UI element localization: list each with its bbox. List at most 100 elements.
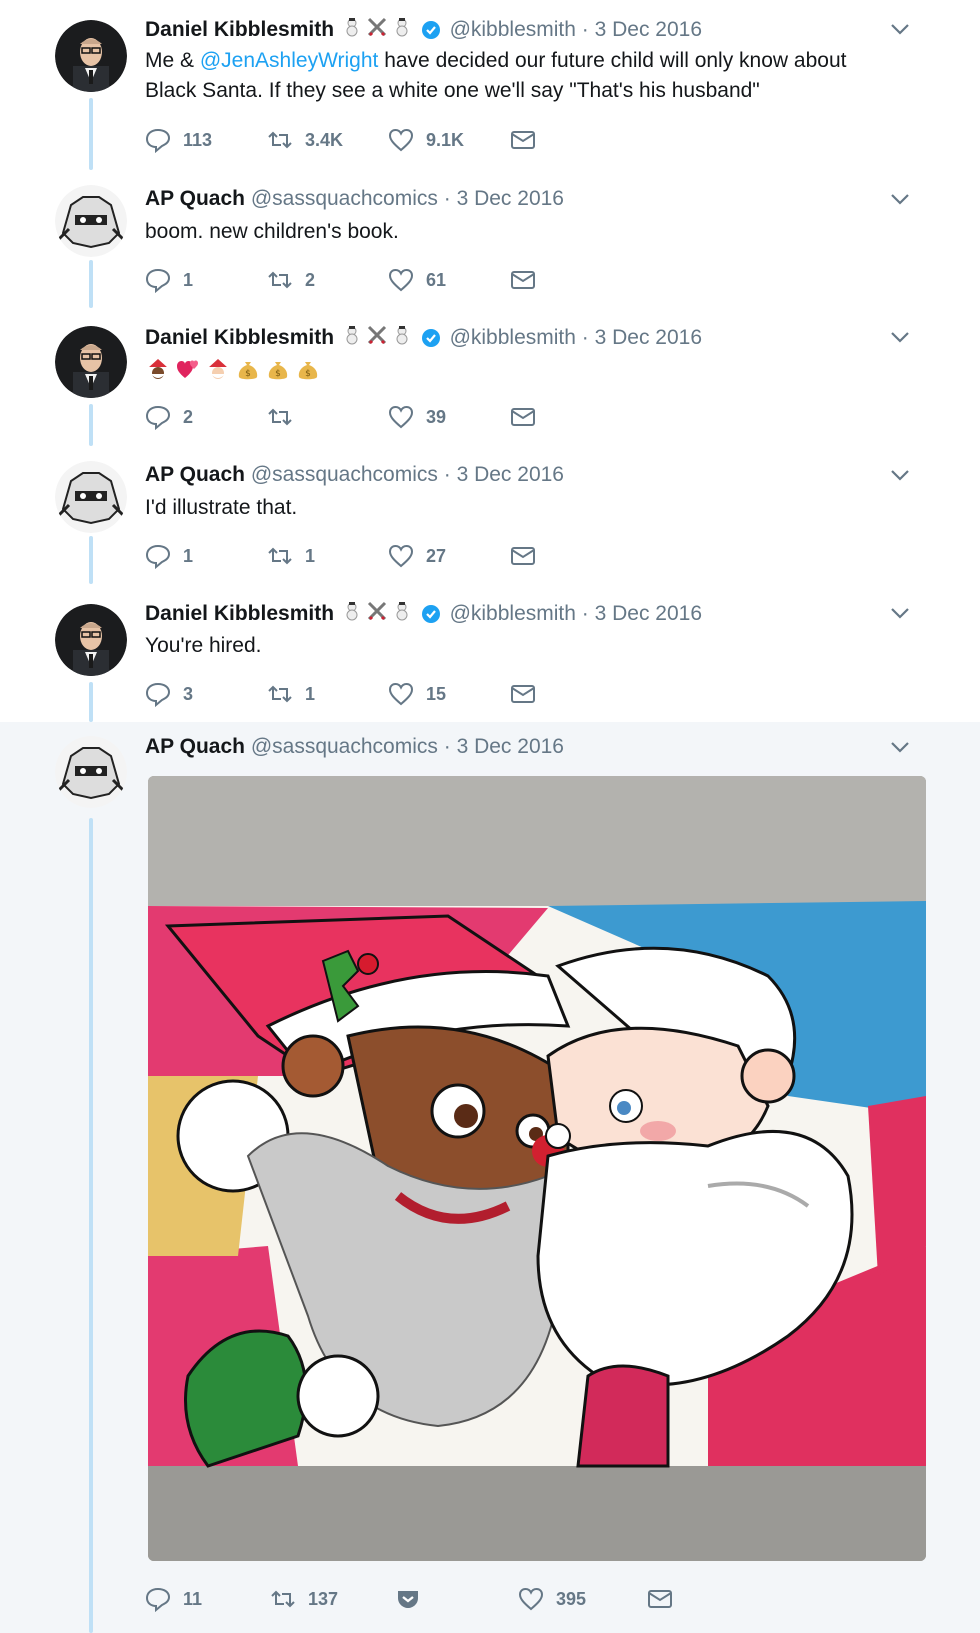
- retweet-button[interactable]: 137: [270, 1586, 338, 1612]
- snowman-icon: [392, 601, 412, 628]
- tweet-text-part: have decided our future child will only …: [378, 49, 847, 72]
- heart-icon: [388, 128, 414, 152]
- chevron-down-icon[interactable]: [890, 22, 910, 36]
- tweet-date[interactable]: 3 Dec 2016: [457, 735, 564, 758]
- tweet-actions: 11 137 395: [145, 1586, 945, 1612]
- heart-icon: [388, 682, 414, 706]
- like-count: 9.1K: [426, 129, 465, 150]
- tweet-text-part: Me &: [145, 49, 200, 72]
- retweet-button[interactable]: 1: [267, 681, 315, 707]
- retweet-count: 1: [305, 545, 316, 566]
- like-button[interactable]: 15: [388, 681, 446, 707]
- user-handle[interactable]: @kibblesmith: [450, 326, 576, 349]
- tweet-date[interactable]: 3 Dec 2016: [595, 602, 702, 625]
- tweet-4[interactable]: AP Quach @sassquachcomics · 3 Dec 2016 I…: [0, 446, 980, 584]
- user-handle[interactable]: @sassquachcomics: [251, 463, 438, 486]
- tweet-date[interactable]: 3 Dec 2016: [595, 326, 702, 349]
- tweet-date[interactable]: 3 Dec 2016: [457, 187, 564, 210]
- like-count: 395: [556, 1588, 587, 1609]
- tweet-2[interactable]: AP Quach @sassquachcomics · 3 Dec 2016 b…: [0, 170, 980, 308]
- reply-count: 2: [183, 406, 194, 427]
- retweet-button[interactable]: 3.4K: [267, 127, 343, 153]
- crossed-swords-icon: [366, 324, 388, 353]
- reply-button[interactable]: 1: [145, 267, 193, 293]
- chevron-down-icon[interactable]: [890, 740, 910, 754]
- like-button[interactable]: 9.1K: [388, 127, 464, 153]
- chevron-down-icon[interactable]: [890, 468, 910, 482]
- tweet-actions: 113 3.4K 9.1K: [145, 127, 945, 153]
- direct-message-button[interactable]: [510, 681, 548, 707]
- like-button[interactable]: 39: [388, 404, 446, 430]
- money-bag-emoji: $: [235, 356, 261, 382]
- avatar-daniel-kibblesmith[interactable]: [55, 20, 127, 92]
- user-handle[interactable]: @sassquachcomics: [251, 735, 438, 758]
- avatar-ap-quach[interactable]: [55, 736, 127, 808]
- direct-message-button[interactable]: [510, 404, 548, 430]
- like-button[interactable]: 61: [388, 267, 446, 293]
- bookmark-button[interactable]: [395, 1586, 433, 1612]
- snowman-icon: [392, 17, 412, 44]
- chevron-down-icon[interactable]: [890, 192, 910, 206]
- retweet-button[interactable]: 1: [267, 543, 315, 569]
- like-button[interactable]: 27: [388, 543, 446, 569]
- user-handle[interactable]: @kibblesmith: [450, 18, 576, 41]
- reply-button[interactable]: 3: [145, 681, 193, 707]
- tweet-date[interactable]: 3 Dec 2016: [595, 18, 702, 41]
- user-handle[interactable]: @sassquachcomics: [251, 187, 438, 210]
- tweet-3[interactable]: Daniel Kibblesmith @kibblesmith · 3 Dec …: [0, 308, 980, 446]
- tweet-actions: 3 1 15: [145, 681, 945, 707]
- like-button[interactable]: 395: [518, 1586, 586, 1612]
- direct-message-button[interactable]: [510, 127, 548, 153]
- reply-count: 1: [183, 269, 194, 290]
- thread-line: [89, 818, 93, 1633]
- tweet-header: Daniel Kibblesmith @kibblesmith · 3 Dec …: [145, 324, 702, 353]
- envelope-icon: [511, 271, 535, 289]
- snowman-icon: [342, 325, 362, 352]
- envelope-icon: [511, 547, 535, 565]
- display-name[interactable]: AP Quach: [145, 187, 245, 210]
- direct-message-button[interactable]: [510, 543, 548, 569]
- heart-icon: [388, 405, 414, 429]
- user-handle[interactable]: @kibblesmith: [450, 602, 576, 625]
- chevron-down-icon[interactable]: [890, 606, 910, 620]
- display-name[interactable]: Daniel Kibblesmith: [145, 326, 334, 349]
- display-name[interactable]: AP Quach: [145, 735, 245, 758]
- pocket-icon: [398, 1591, 418, 1608]
- direct-message-button[interactable]: [510, 267, 548, 293]
- chevron-down-icon[interactable]: [890, 330, 910, 344]
- tweet-1[interactable]: Daniel Kibblesmith @kibblesmith · 3 Dec …: [0, 0, 980, 170]
- display-name[interactable]: AP Quach: [145, 463, 245, 486]
- hearts-emoji: [175, 356, 201, 382]
- tweet-text: boom. new children's book.: [145, 220, 399, 243]
- avatar-ap-quach[interactable]: [55, 185, 127, 257]
- retweet-button[interactable]: 2: [267, 267, 315, 293]
- display-name[interactable]: Daniel Kibblesmith: [145, 18, 334, 41]
- crossed-swords-icon: [366, 16, 388, 45]
- avatar-ap-quach[interactable]: [55, 461, 127, 533]
- thread-line: [89, 682, 93, 722]
- reply-button[interactable]: 11: [145, 1586, 202, 1612]
- avatar-daniel-kibblesmith[interactable]: [55, 326, 127, 398]
- mention-link[interactable]: @JenAshleyWright: [200, 49, 379, 72]
- reply-button[interactable]: 2: [145, 404, 193, 430]
- reply-button[interactable]: 1: [145, 543, 193, 569]
- tweet-media-image[interactable]: [148, 776, 926, 1561]
- retweet-count: 1: [305, 683, 316, 704]
- crossed-swords-icon: [366, 600, 388, 629]
- tweet-5[interactable]: Daniel Kibblesmith @kibblesmith · 3 Dec …: [0, 584, 980, 722]
- like-count: 39: [426, 406, 447, 427]
- tweet-header: Daniel Kibblesmith @kibblesmith · 3 Dec …: [145, 600, 702, 629]
- display-name[interactable]: Daniel Kibblesmith: [145, 602, 334, 625]
- tweet-date[interactable]: 3 Dec 2016: [457, 463, 564, 486]
- avatar-daniel-kibblesmith[interactable]: [55, 604, 127, 676]
- envelope-icon: [511, 685, 535, 703]
- snowman-icon: [392, 325, 412, 352]
- tweet-header: AP Quach @sassquachcomics · 3 Dec 2016: [145, 462, 564, 488]
- separator: ·: [443, 463, 451, 486]
- santa-emoji: [205, 356, 231, 382]
- verified-badge-icon: [421, 329, 440, 348]
- tweet-actions: 1 1 27: [145, 543, 945, 569]
- retweet-button[interactable]: [267, 404, 305, 430]
- reply-button[interactable]: 113: [145, 127, 212, 153]
- direct-message-button[interactable]: [647, 1586, 685, 1612]
